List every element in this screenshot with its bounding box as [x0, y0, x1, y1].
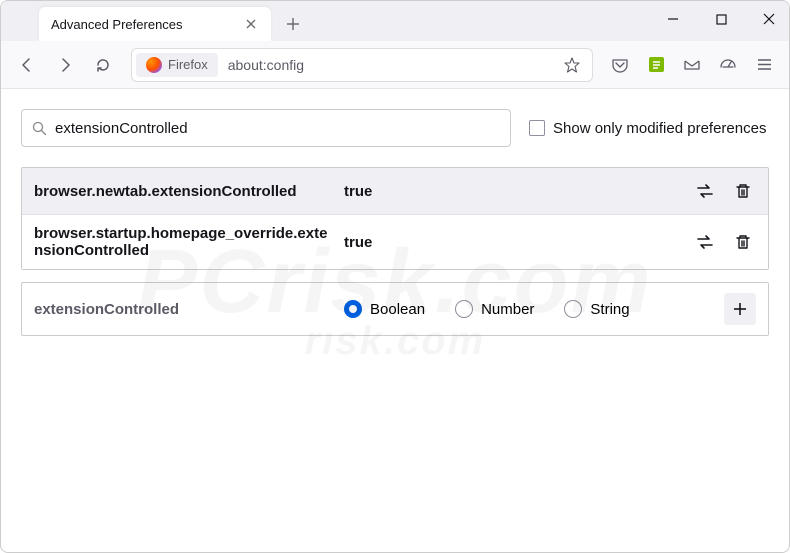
mail-icon[interactable] [677, 50, 707, 80]
pref-row: browser.newtab.extensionControlled true [22, 168, 768, 214]
tab-close-button[interactable] [243, 16, 259, 32]
show-modified-label: Show only modified preferences [553, 120, 766, 137]
toggle-button[interactable] [692, 229, 718, 255]
toggle-button[interactable] [692, 178, 718, 204]
new-tab-button[interactable] [279, 10, 307, 38]
maximize-button[interactable] [711, 9, 731, 29]
preferences-table: browser.newtab.extensionControlled true … [21, 167, 769, 270]
radio-label: String [590, 301, 629, 318]
delete-button[interactable] [730, 178, 756, 204]
pref-row: browser.startup.homepage_override.extens… [22, 214, 768, 269]
address-identity-label: Firefox [168, 57, 208, 72]
search-input[interactable] [47, 120, 500, 137]
menu-button[interactable] [749, 50, 779, 80]
pref-value: true [334, 234, 692, 251]
address-identity-chip[interactable]: Firefox [136, 53, 218, 77]
radio-icon [455, 300, 473, 318]
address-bar[interactable]: Firefox about:config [131, 48, 593, 82]
pocket-button[interactable] [605, 50, 635, 80]
type-radio-number[interactable]: Number [455, 300, 534, 318]
back-button[interactable] [11, 49, 43, 81]
new-pref-name: extensionControlled [34, 301, 334, 318]
delete-button[interactable] [730, 229, 756, 255]
type-radio-string[interactable]: String [564, 300, 629, 318]
content-area: Show only modified preferences browser.n… [1, 89, 789, 356]
show-modified-checkbox[interactable] [529, 120, 545, 136]
radio-icon [564, 300, 582, 318]
tab-advanced-preferences[interactable]: Advanced Preferences [39, 7, 271, 41]
pref-value: true [334, 183, 692, 200]
radio-label: Number [481, 301, 534, 318]
radio-icon [344, 300, 362, 318]
dashboard-icon[interactable] [713, 50, 743, 80]
forward-button[interactable] [49, 49, 81, 81]
add-preference-button[interactable] [724, 293, 756, 325]
firefox-icon [146, 57, 162, 73]
bookmark-star-button[interactable] [564, 57, 588, 73]
toolbar: Firefox about:config [1, 41, 789, 89]
pref-name: browser.newtab.extensionControlled [34, 183, 334, 200]
reload-button[interactable] [87, 49, 119, 81]
tab-title: Advanced Preferences [51, 17, 243, 32]
search-icon [32, 121, 47, 136]
extension-icon[interactable] [641, 50, 671, 80]
radio-label: Boolean [370, 301, 425, 318]
address-url: about:config [218, 57, 304, 73]
minimize-button[interactable] [663, 9, 683, 29]
type-radio-boolean[interactable]: Boolean [344, 300, 425, 318]
new-preference-row: extensionControlled Boolean Number Strin… [21, 282, 769, 336]
close-window-button[interactable] [759, 9, 779, 29]
search-box[interactable] [21, 109, 511, 147]
pref-name: browser.startup.homepage_override.extens… [34, 225, 334, 259]
